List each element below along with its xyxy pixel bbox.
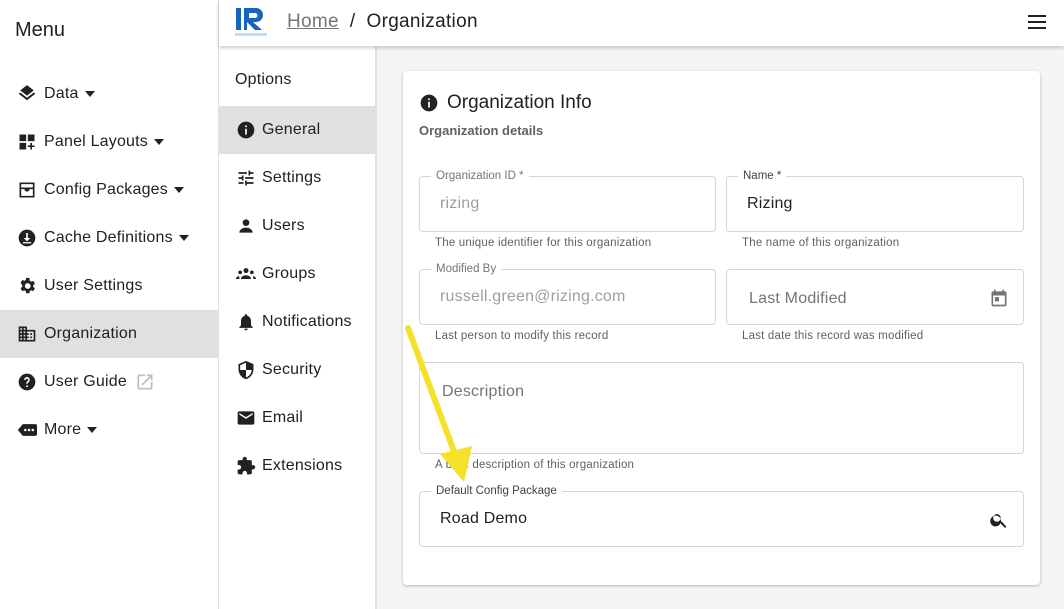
option-users[interactable]: Users: [219, 202, 376, 250]
option-label: Email: [262, 409, 304, 426]
option-label: Settings: [262, 169, 322, 186]
field-value: Rizing: [747, 195, 793, 212]
menu-title: Menu: [15, 19, 66, 41]
option-label: General: [262, 121, 321, 138]
option-security[interactable]: Security: [219, 346, 376, 394]
field-placeholder: Last Modified: [749, 290, 847, 307]
menu-item-user-settings[interactable]: User Settings: [0, 262, 218, 310]
field-label: Name *: [738, 169, 787, 183]
option-label: Security: [262, 361, 322, 378]
field-label: Organization ID *: [431, 169, 529, 183]
option-email[interactable]: Email: [219, 394, 376, 442]
field-label: Default Config Package: [431, 484, 562, 498]
option-label: Groups: [262, 265, 316, 282]
puzzle-icon: [236, 456, 256, 476]
menu-item-label: More: [44, 421, 82, 438]
card-title: Organization Info: [419, 92, 592, 114]
inbox-icon: [17, 180, 37, 200]
menu-item-label: Data: [44, 85, 79, 102]
menu-item-label: Panel Layouts: [44, 133, 149, 150]
groups-icon: [236, 264, 256, 284]
option-label: Extensions: [262, 457, 343, 474]
menu-item-label: User Guide: [44, 373, 127, 390]
breadcrumb-current: Organization: [366, 11, 478, 32]
building-icon: [17, 324, 37, 344]
menu-item-label: Organization: [44, 325, 138, 342]
caret-down-icon: [154, 139, 165, 145]
options-title: Options: [235, 71, 292, 88]
menu-item-label: Config Packages: [44, 181, 168, 198]
field-value: rizing: [440, 195, 480, 212]
info-icon: [236, 120, 256, 140]
modified-by-field[interactable]: Modified By russell.green@rizing.com: [419, 262, 716, 325]
caret-down-icon: [87, 427, 98, 433]
menu-item-config-packages[interactable]: Config Packages: [0, 166, 218, 214]
field-value: russell.green@rizing.com: [440, 288, 626, 305]
options-list: General Settings Users Groups Notificati…: [219, 106, 376, 490]
organization-id-field[interactable]: Organization ID * rizing: [419, 169, 716, 232]
breadcrumb-home-link[interactable]: Home: [287, 11, 339, 33]
search-icon[interactable]: [988, 509, 1010, 531]
menu-item-data[interactable]: Data: [0, 70, 218, 118]
external-link-icon: [135, 372, 155, 392]
menu-item-panel-layouts[interactable]: Panel Layouts: [0, 118, 218, 166]
option-label: Users: [262, 217, 305, 234]
company-logo[interactable]: [234, 6, 272, 38]
download-circle-icon: [17, 228, 37, 248]
dashboard-add-icon: [17, 132, 37, 152]
option-notifications[interactable]: Notifications: [219, 298, 376, 346]
menu-item-more[interactable]: More: [0, 406, 218, 454]
hamburger-menu-icon[interactable]: [1028, 15, 1046, 29]
calendar-icon[interactable]: [988, 287, 1010, 309]
field-helper-text: The unique identifier for this organizat…: [435, 237, 652, 249]
option-label: Notifications: [262, 313, 352, 330]
description-field[interactable]: Description: [419, 362, 1024, 454]
menu-item-organization[interactable]: Organization: [0, 310, 218, 358]
main-menu: Menu Data Panel Layouts Config Packages: [0, 0, 219, 609]
option-settings[interactable]: Settings: [219, 154, 376, 202]
card-title-text: Organization Info: [447, 92, 592, 113]
menu-list: Data Panel Layouts Config Packages Cache…: [0, 70, 218, 454]
bell-icon: [236, 312, 256, 332]
field-placeholder: Description: [442, 383, 525, 400]
option-extensions[interactable]: Extensions: [219, 442, 376, 490]
breadcrumb: Home / Organization: [287, 11, 478, 33]
option-groups[interactable]: Groups: [219, 250, 376, 298]
more-icon: [17, 420, 37, 440]
caret-down-icon: [178, 235, 189, 241]
caret-down-icon: [173, 187, 184, 193]
organization-info-card: Organization Info Organization details O…: [403, 71, 1040, 585]
menu-item-label: Cache Definitions: [44, 229, 173, 246]
top-bar: Home / Organization: [219, 0, 1064, 46]
person-icon: [236, 216, 256, 236]
field-label: Modified By: [431, 262, 502, 276]
help-icon: [17, 372, 37, 392]
options-panel: Options General Settings Users Groups No…: [219, 46, 377, 609]
layers-icon: [17, 84, 37, 104]
caret-down-icon: [84, 91, 95, 97]
breadcrumb-separator: /: [349, 11, 356, 32]
field-value: Road Demo: [440, 510, 528, 527]
gear-icon: [17, 276, 37, 296]
info-icon: [419, 93, 439, 113]
last-modified-field[interactable]: Last Modified: [726, 269, 1024, 325]
shield-icon: [236, 360, 256, 380]
name-field[interactable]: Name * Rizing: [726, 169, 1024, 232]
mail-icon: [236, 408, 256, 428]
field-helper-text: The name of this organization: [742, 237, 900, 249]
field-helper-text: Last person to modify this record: [435, 330, 609, 342]
menu-item-cache-definitions[interactable]: Cache Definitions: [0, 214, 218, 262]
field-helper-text: Last date this record was modified: [742, 330, 924, 342]
option-general[interactable]: General: [219, 106, 376, 154]
card-subtitle: Organization details: [419, 123, 544, 138]
sliders-icon: [236, 168, 256, 188]
menu-item-label: User Settings: [44, 277, 143, 294]
field-helper-text: A brief description of this organization: [435, 459, 635, 471]
default-config-package-field[interactable]: Default Config Package Road Demo: [419, 484, 1024, 547]
menu-item-user-guide[interactable]: User Guide: [0, 358, 218, 406]
